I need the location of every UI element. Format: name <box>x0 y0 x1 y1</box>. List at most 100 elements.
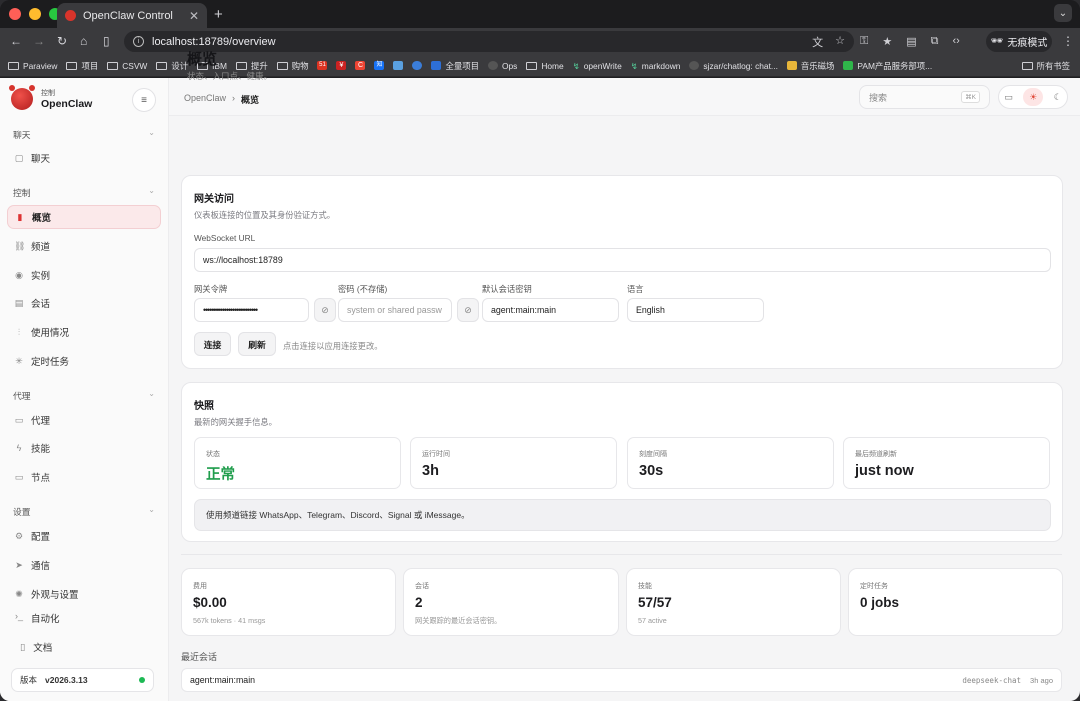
collapse-sidebar-button[interactable]: ≡ <box>132 88 156 112</box>
password-field[interactable]: system or shared passw <box>338 298 452 322</box>
page-subtitle: 状态、入口点、健康。 <box>187 71 273 81</box>
zhihu-icon: 知 <box>374 61 385 70</box>
bookmark-item[interactable]: 项目 <box>66 60 98 72</box>
bookmark-item[interactable]: 购物 <box>276 60 308 72</box>
password-key-icon[interactable]: ⚿ <box>860 35 868 48</box>
sidebar-item-cron[interactable]: ✳ 定时任务 <box>13 349 161 373</box>
bookmark-item[interactable] <box>412 61 423 70</box>
chevron-down-icon: ⌄ <box>148 186 155 195</box>
sidebar-item-overview[interactable]: ▮ 概览 <box>7 205 161 229</box>
forward-icon[interactable]: → <box>33 34 45 48</box>
moon-icon[interactable]: ☾ <box>1054 92 1062 103</box>
sidebar-item-skills[interactable]: ϟ 技能 <box>13 436 161 460</box>
sidebar-item-usage[interactable]: ⫶ 使用情况 <box>13 320 161 344</box>
reload-icon[interactable]: ↻ <box>57 34 67 48</box>
bookmark-item[interactable]: 全量项目 <box>431 60 479 72</box>
gateway-card: 网关访问 仪表板连接的位置及其身份验证方式。 WebSocket URL ws:… <box>181 175 1063 369</box>
chevron-down-icon: ⌄ <box>148 505 155 514</box>
language-label: 语言 <box>627 284 644 294</box>
bookmark-item[interactable]: 设计 <box>156 60 188 72</box>
session-key-field[interactable]: agent:main:main <box>482 298 619 322</box>
tab-search-chevron-icon[interactable]: ⌄ <box>1054 4 1072 22</box>
gateway-subtitle: 仪表板连接的位置及其身份验证方式。 <box>194 210 336 220</box>
all-bookmarks[interactable]: 所有书签 <box>1021 60 1070 72</box>
version-value: v2026.3.13 <box>45 675 88 685</box>
group-control[interactable]: 控制 ⌄ <box>13 186 155 199</box>
bookmark-item[interactable]: Ops <box>487 61 517 71</box>
project-icon <box>431 61 442 70</box>
bookmark-item[interactable]: PAM产品服务部项... <box>843 60 932 72</box>
close-window-button[interactable] <box>9 8 21 20</box>
close-tab-icon[interactable]: ✕ <box>189 9 199 23</box>
brand[interactable]: 控制 OpenClaw <box>9 85 92 110</box>
stat-last-refresh: 最后频道刷新 just now <box>843 437 1050 489</box>
bookmark-star-icon[interactable]: ☆ <box>835 34 845 50</box>
bookmark-item[interactable]: ¥ <box>336 61 347 70</box>
document-icon: ▤ <box>14 297 24 308</box>
sidebar: 控制 OpenClaw ≡ 聊天 ⌄ ▢ 聊天 控制 ⌄ ▮ 概览 ⛓ 频道 ◉ 实例 ▤ 会… <box>0 78 169 701</box>
eye-off-icon[interactable]: ⊘ <box>314 298 336 322</box>
sun-icon[interactable]: ☀ <box>1023 88 1044 106</box>
address-bar[interactable]: i localhost:18789/overview 文 ☆ <box>124 31 854 52</box>
bar-chart-icon: ▮ <box>17 211 23 222</box>
sidebar-item-channels[interactable]: ⛓ 频道 <box>13 234 161 258</box>
sidebar-item-config[interactable]: ⚙ 配置 <box>13 524 161 548</box>
bookmark-item[interactable]: ↯ openWrite <box>573 61 622 71</box>
sidebar-item-comm[interactable]: ➤ 通信 <box>13 553 161 577</box>
gear-icon: ⚙ <box>14 530 24 541</box>
back-icon[interactable]: ← <box>10 34 22 48</box>
sun-icon: ✺ <box>15 588 23 599</box>
translate-icon[interactable]: 文 <box>812 34 823 50</box>
minimize-window-button[interactable] <box>29 8 41 20</box>
status-online-dot <box>139 677 145 683</box>
bookmark-item[interactable]: 51 <box>317 61 328 70</box>
docs-link[interactable]: ▯ 文档 <box>20 640 52 655</box>
sidebar-item-nodes[interactable]: ▭ 节点 <box>13 465 161 489</box>
home-icon[interactable]: ⌂ <box>80 34 87 48</box>
bookmark-item[interactable]: 音乐磁场 <box>786 60 834 72</box>
monitor-icon[interactable]: ▭ <box>1004 92 1013 103</box>
bookmark-item[interactable]: CSVW <box>107 61 147 71</box>
folder-icon <box>107 61 119 70</box>
eye-off-icon[interactable]: ⊘ <box>457 298 479 322</box>
token-field[interactable]: •••••••••••••••••••••••••• <box>194 298 309 322</box>
devtools-icon[interactable]: ‹› <box>953 35 960 48</box>
sidebar-item-chat[interactable]: ▢ 聊天 <box>13 146 161 170</box>
bookmark-item[interactable]: C <box>355 61 366 70</box>
sidebar-toggle-icon[interactable]: ▯ <box>103 34 110 48</box>
browser-tab[interactable]: OpenClaw Control ✕ <box>57 3 207 28</box>
broadcast-icon: ◉ <box>15 269 23 280</box>
search-input[interactable]: 搜索 ⌘K <box>859 85 990 109</box>
bookmark-item[interactable]: 知 <box>374 61 385 70</box>
reading-list-icon[interactable]: ▤ <box>906 35 916 48</box>
incognito-icon: 🕶 <box>990 36 1004 47</box>
folder-icon <box>8 61 19 70</box>
bookmark-item[interactable]: ↯ markdown <box>631 61 681 71</box>
new-tab-button[interactable]: + <box>214 6 223 23</box>
ws-url-field[interactable]: ws://localhost:18789 <box>194 248 1051 272</box>
bookmark-item[interactable] <box>393 61 404 70</box>
more-menu-icon[interactable]: ⋮ <box>1062 34 1074 48</box>
bookmark-item[interactable]: Home <box>526 61 564 71</box>
site-info-icon[interactable]: i <box>133 36 144 47</box>
bookmark-item[interactable]: Paraview <box>8 61 57 71</box>
incognito-button[interactable]: 🕶 无痕模式 <box>986 31 1052 52</box>
sidebar-item-sessions[interactable]: ▤ 会话 <box>13 291 161 315</box>
group-agent[interactable]: 代理 ⌄ <box>13 389 155 402</box>
favorites-icon[interactable]: ★ <box>882 35 892 48</box>
sidebar-item-instances[interactable]: ◉ 实例 <box>13 263 161 287</box>
sidebar-item-automation[interactable]: ›_ 自动化 <box>13 610 161 624</box>
connect-button[interactable]: 连接 <box>194 332 231 356</box>
table-row[interactable]: agent:main:main deepseek-chat 3h ago <box>181 668 1062 692</box>
group-settings[interactable]: 设置 ⌄ <box>13 505 155 518</box>
sidebar-item-agents[interactable]: ▭ 代理 <box>13 408 161 432</box>
sidebar-item-appearance[interactable]: ✺ 外观与设置 <box>13 582 161 606</box>
refresh-button[interactable]: 刷新 <box>238 332 276 356</box>
cloud-icon <box>412 61 423 70</box>
version-label: 版本 <box>20 675 38 685</box>
bookmark-item[interactable]: sjzar/chatlog: chat... <box>689 61 778 71</box>
breadcrumb-root[interactable]: OpenClaw <box>184 93 226 106</box>
group-chat[interactable]: 聊天 ⌄ <box>13 128 155 141</box>
language-select[interactable]: English <box>627 298 764 322</box>
extension-icon[interactable]: ⧉ <box>931 35 939 48</box>
